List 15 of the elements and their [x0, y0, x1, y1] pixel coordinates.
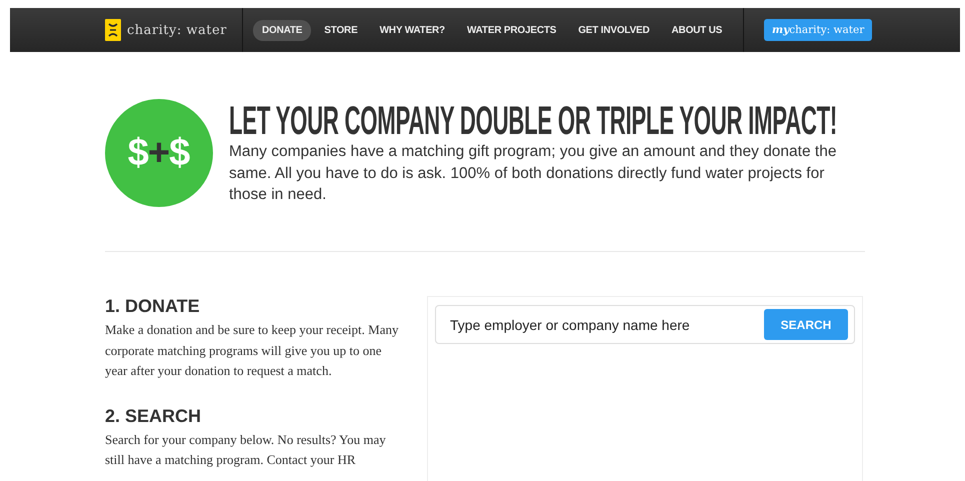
step-text: Make a donation and be sure to keep your receipt. Many corporate matching programs will give you up to one year after your donation to request a match. — [105, 321, 400, 380]
nav-link[interactable]: STORE — [315, 20, 367, 40]
intro-text: Many companies have a matching gift program; you give an amount and they donate the same. All you have to do is ask. 100% of both donations directly fund water projects for those in need. — [229, 142, 838, 205]
step-heading: 2. SEARCH — [105, 406, 202, 426]
nav-link[interactable]: DONATE — [253, 20, 312, 40]
page-heading: LET YOUR COMPANY DOUBLE OR TRIPLE YOUR IMPACT! — [229, 101, 838, 141]
step-heading: 1. DONATE — [105, 296, 201, 317]
nav-link[interactable]: ABOUT US — [662, 20, 732, 40]
nav-link[interactable]: WATER PROJECTS — [458, 20, 566, 40]
jerrycan-icon[interactable] — [105, 19, 121, 41]
nav-link[interactable]: GET INVOLVED — [569, 20, 659, 40]
nav-link[interactable]: WHY WATER? — [370, 20, 454, 40]
logo-link[interactable]: charity: water — [127, 22, 227, 38]
matching-icon: $+$ — [105, 99, 213, 207]
step-text: Search for your company below. No results? You may still have a matching program. Contact your HR — [105, 430, 387, 469]
